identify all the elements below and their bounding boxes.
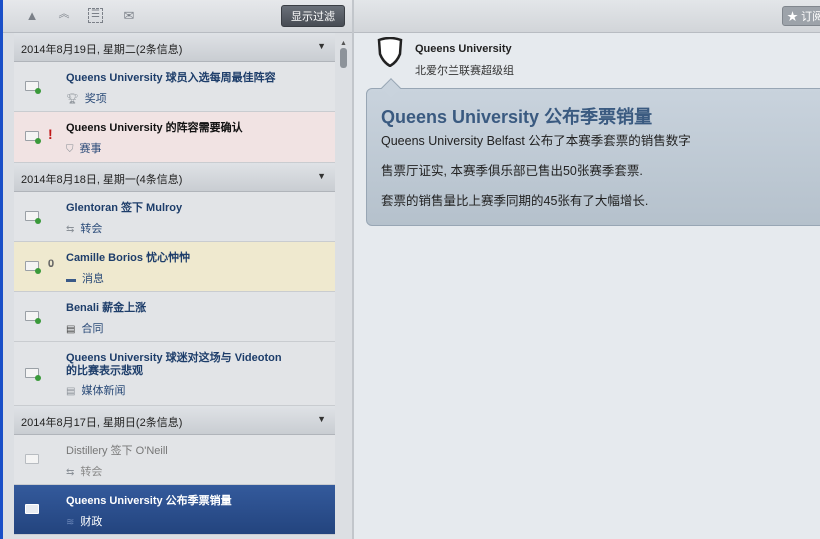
list-item[interactable]: 𝟎 Camille Borios 忧心忡忡 ▬ 消息 bbox=[14, 242, 335, 292]
arrow-up-icon[interactable]: ▲ bbox=[23, 8, 41, 24]
item-title: Queens University 公布季票销量 bbox=[66, 495, 232, 507]
list-item[interactable]: Glentoran 签下 Mulroy ⇆ 转会 bbox=[14, 192, 335, 242]
club-league[interactable]: 北爱尔兰联赛超级组 bbox=[415, 62, 514, 78]
item-category: 奖项 bbox=[84, 93, 107, 105]
transfer-icon: ⇆ bbox=[66, 467, 75, 478]
message-paragraph: 售票厅证实, 本赛季俱乐部已售出50张赛季套票. bbox=[381, 164, 643, 178]
list-scrollbar[interactable]: ▲ bbox=[339, 40, 349, 539]
detail-toolbar: ★ 订阅 bbox=[354, 0, 820, 33]
star-icon: ★ bbox=[787, 11, 798, 23]
item-category: 赛事 bbox=[79, 143, 102, 155]
group-label: 2014年8月18日, 星期一(4条信息) bbox=[21, 174, 183, 186]
inbox-toolbar: ▲ ︽ ☰ ✉ 显示过滤 bbox=[3, 0, 352, 33]
inbox-panel: ▲ ︽ ☰ ✉ 显示过滤 2014年8月19日, 星期二(2条信息) ▼ Quee… bbox=[3, 0, 352, 539]
date-group-header[interactable]: 2014年8月17日, 星期日(2条信息) ▼ bbox=[14, 406, 335, 435]
open-envelope-icon bbox=[25, 504, 39, 514]
unread-dot-icon bbox=[35, 375, 41, 381]
collapse-arrow-icon[interactable]: ▼ bbox=[317, 171, 326, 181]
shield-icon: ⛉ bbox=[66, 144, 74, 155]
item-title: Glentoran 签下 Mulroy bbox=[66, 202, 183, 214]
item-title: Camille Borios 忧心忡忡 bbox=[66, 252, 191, 264]
message-detail-panel: ★ 订阅 Queens University 北爱尔兰联赛超级组 Queens … bbox=[354, 0, 820, 539]
item-title: Queens University 的阵容需要确认 bbox=[66, 122, 243, 134]
attachment-icon: 𝟎 bbox=[48, 258, 55, 270]
club-crest-icon bbox=[377, 37, 403, 67]
club-name[interactable]: Queens University bbox=[415, 43, 512, 55]
finance-icon: ≋ bbox=[66, 517, 75, 528]
item-category: 合同 bbox=[81, 323, 104, 335]
item-category: 转会 bbox=[80, 223, 103, 235]
list-item[interactable]: ! Queens University 的阵容需要确认 ⛉ 赛事 bbox=[14, 112, 335, 163]
date-group-header[interactable]: 2014年8月18日, 星期一(4条信息) ▼ bbox=[14, 163, 335, 192]
message-icon: ▬ bbox=[66, 274, 76, 285]
subscribe-button[interactable]: ★ 订阅 bbox=[782, 6, 820, 26]
list-item[interactable]: Benali 薪金上涨 ▤ 合同 bbox=[14, 292, 335, 342]
item-category: 转会 bbox=[80, 466, 103, 478]
card-pointer bbox=[381, 78, 401, 98]
message-card: Queens University 公布季票销量 Queens Universi… bbox=[366, 78, 820, 226]
collapse-arrow-icon[interactable]: ▼ bbox=[317, 41, 326, 51]
item-title: Queens University 球员入选每周最佳阵容 bbox=[66, 72, 276, 84]
mail-icon[interactable]: ✉ bbox=[120, 8, 138, 24]
list-item[interactable]: Distillery 签下 O'Neill ⇆ 转会 bbox=[14, 435, 335, 485]
item-category: 媒体新闻 bbox=[81, 385, 126, 397]
scroll-thumb[interactable] bbox=[340, 48, 347, 68]
newspaper-icon: ▤ bbox=[66, 386, 76, 397]
list-item-selected[interactable]: Queens University 公布季票销量 ≋ 财政 bbox=[14, 485, 335, 535]
list-item[interactable]: Queens University 球员入选每周最佳阵容 🏆︎ 奖项 bbox=[14, 62, 335, 112]
item-title: Benali 薪金上涨 bbox=[66, 302, 147, 314]
message-paragraph: 套票的销售量比上赛季同期的45张有了大幅增长. bbox=[381, 194, 649, 208]
item-title: Queens University 球迷对这场与 Videoton 的比赛表示悲… bbox=[66, 352, 282, 377]
message-list: 2014年8月19日, 星期二(2条信息) ▼ Queens University… bbox=[14, 33, 335, 539]
message-paragraph: Queens University Belfast 公布了本赛季套票的销售数字 bbox=[381, 134, 691, 148]
item-title: Distillery 签下 O'Neill bbox=[66, 445, 168, 457]
subscribe-label: 订阅 bbox=[801, 11, 820, 23]
group-label: 2014年8月17日, 星期日(2条信息) bbox=[21, 417, 183, 429]
unread-dot-icon bbox=[35, 88, 41, 94]
select-all-icon[interactable]: ☰ bbox=[88, 8, 103, 23]
date-group-header[interactable]: 2014年8月19日, 星期二(2条信息) ▼ bbox=[14, 33, 335, 62]
transfer-icon: ⇆ bbox=[66, 224, 75, 235]
message-headline: Queens University 公布季票销量 bbox=[381, 107, 653, 127]
scroll-up-icon[interactable]: ▲ bbox=[340, 40, 347, 47]
unread-dot-icon bbox=[35, 318, 41, 324]
trophy-icon: 🏆︎ bbox=[66, 94, 79, 105]
group-label: 2014年8月19日, 星期二(2条信息) bbox=[21, 44, 183, 56]
collapse-arrow-icon[interactable]: ▼ bbox=[317, 414, 326, 424]
contract-icon: ▤ bbox=[66, 324, 76, 335]
unread-dot-icon bbox=[35, 138, 41, 144]
item-category: 财政 bbox=[80, 516, 103, 528]
alert-icon: ! bbox=[48, 126, 53, 142]
list-item[interactable]: Queens University 球迷对这场与 Videoton 的比赛表示悲… bbox=[14, 342, 335, 406]
item-category: 消息 bbox=[82, 273, 104, 285]
unread-dot-icon bbox=[35, 268, 41, 274]
open-envelope-icon bbox=[25, 454, 39, 464]
unread-dot-icon bbox=[35, 218, 41, 224]
double-arrow-up-icon[interactable]: ︽ bbox=[55, 8, 73, 24]
show-filter-button[interactable]: 显示过滤 bbox=[281, 5, 345, 27]
